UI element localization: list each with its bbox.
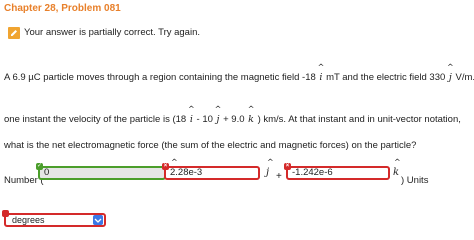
unit-vector-j: j: [448, 72, 453, 83]
unit-vector-k: k: [247, 114, 255, 125]
plus-sign: +: [276, 171, 282, 182]
k-component-value: -1.242e-6: [292, 167, 333, 178]
incorrect-x-icon: ×: [284, 163, 291, 170]
pencil-icon: [8, 27, 20, 39]
unit-vector-j: j: [216, 114, 221, 125]
problem-text: + 9.0: [223, 114, 245, 125]
i-component-input[interactable]: ✓ 0: [36, 163, 166, 180]
problem-text: - 10: [196, 114, 213, 125]
problem-text: A 6.9 µC particle moves through a region…: [4, 72, 316, 83]
unit-vector-i: i: [189, 114, 194, 125]
problem-text: mT and the electric field 330: [326, 72, 446, 83]
j-component-value: 2.28e-3: [170, 167, 203, 178]
incorrect-x-icon: ×: [162, 163, 169, 170]
problem-text: ) km/s. At that instant and in unit-vect…: [257, 114, 461, 125]
unit-vector-i: i: [318, 72, 323, 83]
problem-text-line-1: A 6.9 µC particle moves through a region…: [4, 72, 474, 83]
units-select[interactable]: degrees: [2, 210, 106, 227]
problem-text-line-2: one instant the velocity of the particle…: [4, 114, 461, 125]
j-component-input[interactable]: × 2.28e-3: [162, 163, 260, 180]
correct-check-icon: ✓: [36, 163, 43, 170]
chapter-title: Chapter 28, Problem 081: [4, 3, 121, 14]
unit-vector-j: j: [266, 158, 274, 178]
answer-row: Number ( ✓ 0 i + × 2.28e-3 j + × -1.242e…: [0, 158, 474, 192]
units-label: ) Units: [401, 175, 429, 186]
problem-text: one instant the velocity of the particle…: [4, 114, 187, 125]
chevron-down-icon[interactable]: [93, 215, 103, 225]
k-component-input[interactable]: × -1.242e-6: [284, 163, 390, 180]
incorrect-x-icon: [2, 210, 9, 217]
unit-vector-k: k: [393, 158, 401, 178]
problem-question: what is the net electromagnetic force (t…: [4, 140, 417, 151]
units-select-value: degrees: [12, 215, 45, 225]
problem-text: V/m. At: [455, 72, 474, 83]
status-row: Your answer is partially correct. Try ag…: [0, 26, 474, 44]
i-component-value: 0: [44, 167, 50, 178]
problem-header: Chapter 28, Problem 081: [0, 0, 474, 22]
status-message: Your answer is partially correct. Try ag…: [24, 27, 201, 38]
